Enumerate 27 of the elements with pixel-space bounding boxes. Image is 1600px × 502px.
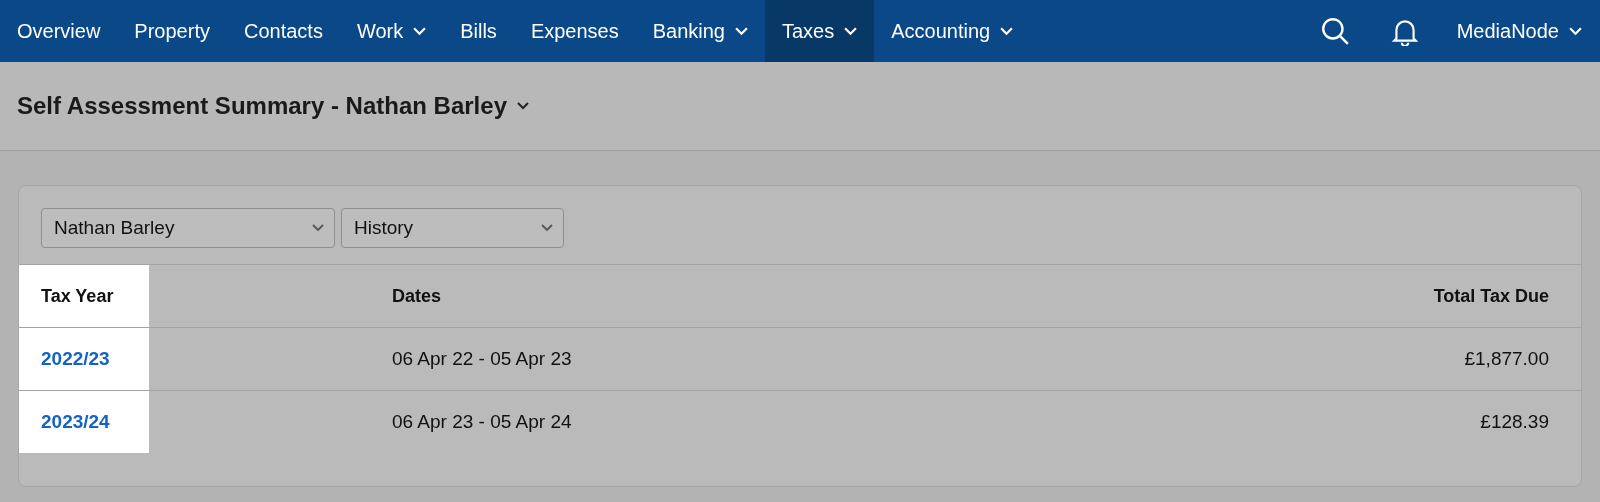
table-cell-text: 06 Apr 22 - 05 Apr 23 (391, 347, 573, 371)
table-cell-text: £128.39 (1479, 410, 1550, 434)
table-cell-text: £1,877.00 (1463, 347, 1550, 371)
tax-year-link[interactable]: 2023/24 (19, 391, 149, 453)
tax-year-link[interactable]: 2022/23 (19, 328, 149, 390)
nav-tab[interactable]: Work (339, 0, 444, 62)
column-header: Dates (391, 284, 443, 308)
table-cell-text: 06 Apr 23 - 05 Apr 24 (391, 410, 573, 434)
nav-tab[interactable]: Bills (443, 0, 514, 62)
nav-tab[interactable]: Banking (635, 0, 765, 62)
chevron-down-icon (312, 224, 324, 232)
account-menu[interactable]: MediaNode (1439, 0, 1600, 62)
dropdown-field[interactable]: History (341, 208, 564, 248)
column-header: Tax Year (19, 265, 149, 327)
chevron-down-icon (1569, 26, 1582, 36)
chevron-down-icon[interactable] (517, 102, 529, 110)
page-title: Self Assessment Summary - Nathan Barley (17, 92, 507, 120)
nav-tab[interactable]: Contacts (226, 0, 340, 62)
column-header: Total Tax Due (1432, 284, 1550, 308)
nav-tab[interactable]: Expenses (513, 0, 636, 62)
dropdown-field[interactable]: Nathan Barley (41, 208, 335, 248)
chevron-down-icon (541, 224, 553, 232)
nav-tab[interactable]: Accounting (874, 0, 1031, 62)
nav-tab[interactable]: Taxes (765, 0, 875, 62)
nav-tab[interactable]: Property (117, 0, 227, 62)
search-icon[interactable] (1319, 16, 1350, 46)
nav-tab[interactable]: Overview (0, 0, 118, 62)
